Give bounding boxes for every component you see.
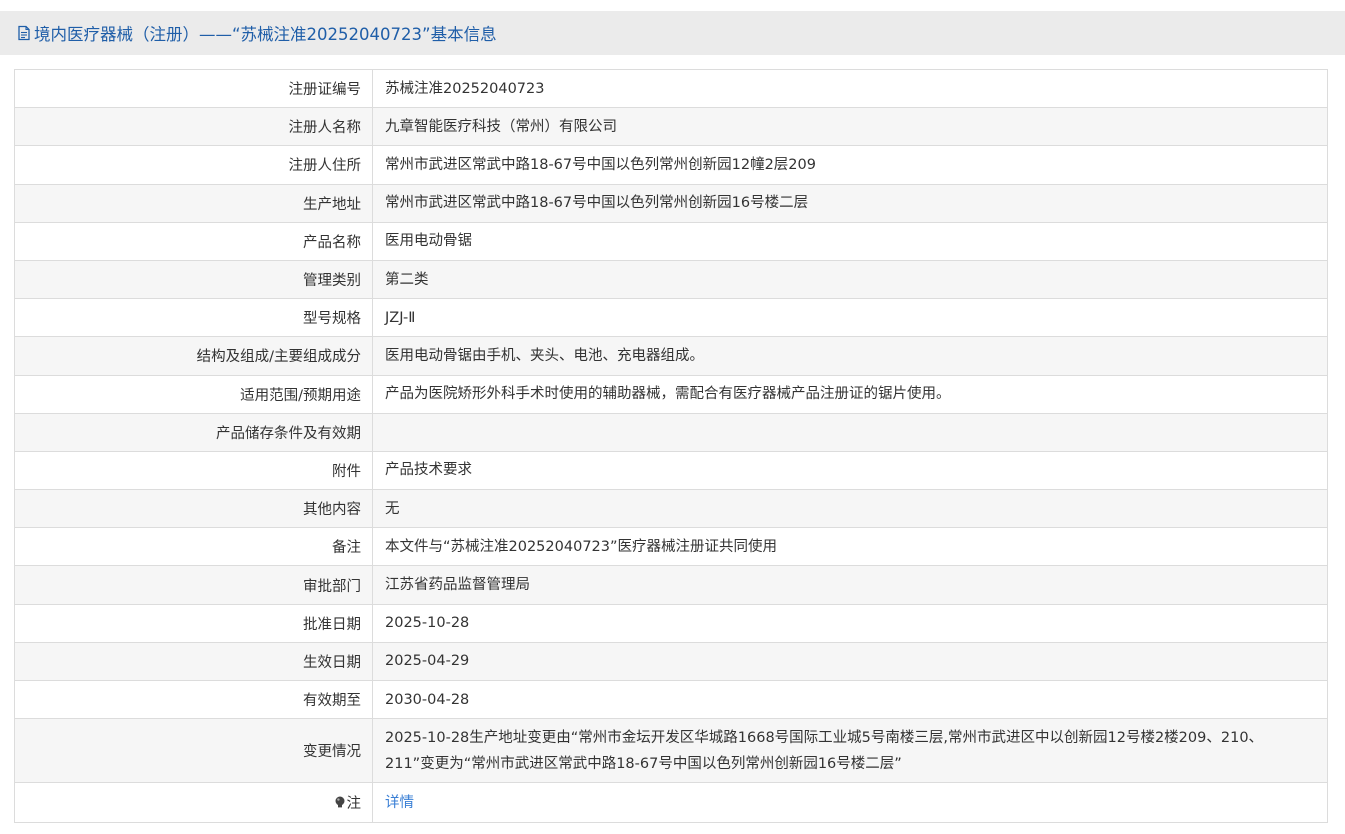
row-label: 产品名称 xyxy=(14,221,373,261)
row-value: 产品技术要求 xyxy=(372,450,1328,491)
table-row: 有效期至 2030-04-28 xyxy=(14,679,1328,720)
row-label: 结构及组成/主要组成成分 xyxy=(14,336,373,376)
row-value: 本文件与“苏械注准20252040723”医疗器械注册证共同使用 xyxy=(372,527,1328,567)
table-row: 审批部门 江苏省药品监督管理局 xyxy=(14,565,1328,605)
row-value: 常州市武进区常武中路18-67号中国以色列常州创新园12幢2层209 xyxy=(372,145,1328,185)
table-row: 注册证编号 苏械注准20252040723 xyxy=(14,68,1328,109)
row-value: 2025-04-29 xyxy=(372,641,1328,682)
top-spacer xyxy=(0,0,1345,11)
detail-table-wrapper: 注册证编号 苏械注准20252040723 注册人名称 九章智能医疗科技（常州）… xyxy=(14,68,1328,824)
row-value: 2030-04-28 xyxy=(372,679,1328,720)
row-label: 注册人住所 xyxy=(14,145,373,185)
table-row: 适用范围/预期用途 产品为医院矫形外科手术时使用的辅助器械，需配合有医疗器械产品… xyxy=(14,374,1328,414)
table-row: 结构及组成/主要组成成分 医用电动骨锯由手机、夹头、电池、充电器组成。 xyxy=(14,336,1328,376)
row-label: 注册证编号 xyxy=(14,68,373,109)
row-value: 医用电动骨锯 xyxy=(372,221,1328,261)
row-label: 注册人名称 xyxy=(14,107,373,147)
table-row: 产品储存条件及有效期 xyxy=(14,412,1328,452)
table-row: 生效日期 2025-04-29 xyxy=(14,641,1328,682)
row-label: 附件 xyxy=(14,450,373,491)
row-value xyxy=(372,412,1328,452)
details-link[interactable]: 详情 xyxy=(385,795,414,811)
row-value: 常州市武进区常武中路18-67号中国以色列常州创新园16号楼二层 xyxy=(372,183,1328,223)
table-row: 备注 本文件与“苏械注准20252040723”医疗器械注册证共同使用 xyxy=(14,527,1328,567)
table-row: 型号规格 JZJ-Ⅱ xyxy=(14,298,1328,338)
table-row: 变更情况 2025-10-28生产地址变更由“常州市金坛开发区华城路1668号国… xyxy=(14,718,1328,784)
row-value: 2025-10-28 xyxy=(372,603,1328,643)
detail-table: 注册证编号 苏械注准20252040723 注册人名称 九章智能医疗科技（常州）… xyxy=(14,68,1328,824)
row-label: 变更情况 xyxy=(14,718,373,784)
table-row: 管理类别 第二类 xyxy=(14,259,1328,300)
note-value-cell: 详情 xyxy=(372,782,1328,824)
row-label: 生效日期 xyxy=(14,641,373,682)
page-title: 境内医疗器械（注册）——“苏械注准20252040723”基本信息 xyxy=(34,25,497,44)
table-row: 注册人名称 九章智能医疗科技（常州）有限公司 xyxy=(14,107,1328,147)
table-row: 批准日期 2025-10-28 xyxy=(14,603,1328,643)
row-label: 有效期至 xyxy=(14,679,373,720)
row-value: 无 xyxy=(372,489,1328,529)
row-value: 九章智能医疗科技（常州）有限公司 xyxy=(372,107,1328,147)
row-value: 2025-10-28生产地址变更由“常州市金坛开发区华城路1668号国际工业城5… xyxy=(372,718,1328,784)
row-label: 批准日期 xyxy=(14,603,373,643)
note-row: 注 详情 xyxy=(14,782,1328,824)
table-row: 其他内容 无 xyxy=(14,489,1328,529)
row-value: 医用电动骨锯由手机、夹头、电池、充电器组成。 xyxy=(372,336,1328,376)
row-label: 审批部门 xyxy=(14,565,373,605)
row-value: 第二类 xyxy=(372,259,1328,300)
row-label: 管理类别 xyxy=(14,259,373,300)
row-label: 适用范围/预期用途 xyxy=(14,374,373,414)
lightbulb-icon xyxy=(334,796,346,809)
row-value: 产品为医院矫形外科手术时使用的辅助器械，需配合有医疗器械产品注册证的锯片使用。 xyxy=(372,374,1328,414)
row-value: JZJ-Ⅱ xyxy=(372,298,1328,338)
row-value: 苏械注准20252040723 xyxy=(372,68,1328,109)
table-row: 注册人住所 常州市武进区常武中路18-67号中国以色列常州创新园12幢2层209 xyxy=(14,145,1328,185)
row-label: 产品储存条件及有效期 xyxy=(14,412,373,452)
row-label: 生产地址 xyxy=(14,183,373,223)
row-value: 江苏省药品监督管理局 xyxy=(372,565,1328,605)
note-label: 注 xyxy=(346,796,362,813)
row-label: 其他内容 xyxy=(14,489,373,529)
document-icon xyxy=(16,25,32,41)
table-row: 附件 产品技术要求 xyxy=(14,450,1328,491)
table-row: 产品名称 医用电动骨锯 xyxy=(14,221,1328,261)
page-header: 境内医疗器械（注册）——“苏械注准20252040723”基本信息 xyxy=(0,11,1345,55)
table-row: 生产地址 常州市武进区常武中路18-67号中国以色列常州创新园16号楼二层 xyxy=(14,183,1328,223)
note-label-cell: 注 xyxy=(14,782,373,824)
row-label: 型号规格 xyxy=(14,298,373,338)
row-label: 备注 xyxy=(14,527,373,567)
